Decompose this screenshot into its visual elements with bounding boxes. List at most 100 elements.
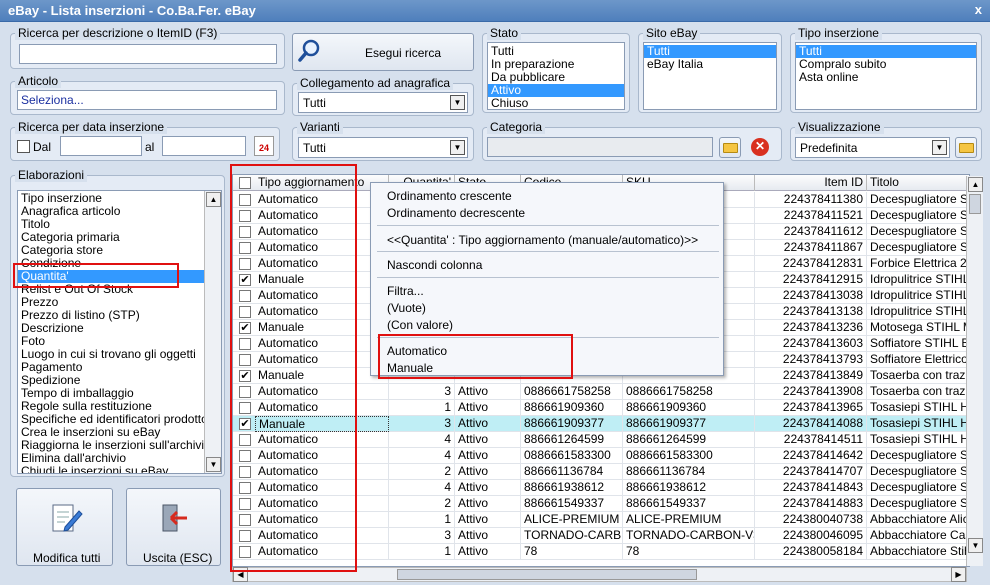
cell-codice: 886661264599 <box>521 432 623 448</box>
tipo-label: Tipo inserzione <box>795 26 882 40</box>
articolo-label: Articolo <box>15 74 62 88</box>
cell-q: 3 <box>389 416 455 432</box>
modifica-tutti-button[interactable]: Modifica tutti <box>16 488 113 566</box>
menu-sort-asc[interactable]: Ordinamento crescente <box>387 189 512 203</box>
cell-sku: 0886661758258 <box>623 384 755 400</box>
scroll-right-icon[interactable]: ▶ <box>951 567 966 582</box>
cell-item: 224378413793 <box>755 352 867 368</box>
search-label: Ricerca per descrizione o ItemID (F3) <box>15 26 221 40</box>
grid-scrollbar[interactable]: ▲ ▼ <box>966 176 983 566</box>
cell-codice: 886661909360 <box>521 400 623 416</box>
search-input[interactable] <box>19 44 277 64</box>
cell-item: 224378412915 <box>755 272 867 288</box>
elaborazioni-group: Elaborazioni Tipo inserzione Anagrafica a… <box>10 168 225 477</box>
cell-q: 4 <box>389 448 455 464</box>
al-field[interactable] <box>162 136 246 156</box>
cell-item: 224378414642 <box>755 448 867 464</box>
chevron-down-icon[interactable]: ▼ <box>932 140 947 155</box>
menu-with-value[interactable]: (Con valore) <box>387 318 453 332</box>
cell-stato: Attivo <box>455 448 521 464</box>
cell-sku: 886661264599 <box>623 432 755 448</box>
cell-titolo: Decespugliatore STIHL <box>867 240 969 256</box>
menu-sort-desc[interactable]: Ordinamento decrescente <box>387 206 525 220</box>
categoria-folder-button[interactable] <box>719 137 741 158</box>
cell-titolo: Idropulitrice STIHL R <box>867 304 969 320</box>
scroll-up-icon[interactable]: ▲ <box>968 177 983 192</box>
calendar-icon[interactable]: 24 <box>254 136 274 156</box>
cell-codice: 886661938612 <box>521 480 623 496</box>
cell-titolo: Decespugliatore STIHL <box>867 224 969 240</box>
cell-q: 2 <box>389 464 455 480</box>
cell-item: 224378412831 <box>755 256 867 272</box>
scroll-thumb[interactable] <box>969 194 981 214</box>
dal-field[interactable] <box>60 136 142 156</box>
cell-codice: 886661136784 <box>521 464 623 480</box>
cell-titolo: Idropulitrice STIHL R <box>867 288 969 304</box>
highlight-quantita <box>13 263 179 288</box>
stato-group: Stato Tutti In preparazione Da pubblicare A… <box>482 26 630 113</box>
cell-titolo: Forbice Elettrica 2 ba <box>867 256 969 272</box>
tipo-listbox[interactable]: Tutti Compralo subito Asta online <box>795 42 977 110</box>
visualizzazione-select[interactable]: Predefinita ▼ <box>795 137 950 158</box>
search-button[interactable]: Esegui ricerca <box>292 33 474 71</box>
stato-item[interactable]: Chiuso <box>488 97 624 110</box>
varianti-group: Varianti Tutti ▼ <box>292 120 474 161</box>
cell-titolo: Soffiatore STIHL BG <box>867 336 969 352</box>
elaborazioni-listbox[interactable]: Tipo inserzione Anagrafica articolo Titolo… <box>17 190 222 474</box>
cell-item: 224378411380 <box>755 192 867 208</box>
elaborazioni-item[interactable]: Chiudi le inserzioni su eBay <box>18 465 221 474</box>
cell-stato: Attivo <box>455 432 521 448</box>
search-button-label: Esegui ricerca <box>365 46 442 60</box>
sito-listbox[interactable]: Tutti eBay Italia <box>643 42 777 110</box>
varianti-label: Varianti <box>297 120 343 134</box>
visualizzazione-folder-button[interactable] <box>955 137 977 158</box>
cell-item: 224380058184 <box>755 544 867 560</box>
cell-item: 224378414707 <box>755 464 867 480</box>
calendar-day: 24 <box>258 143 269 153</box>
stato-listbox[interactable]: Tutti In preparazione Da pubblicare Attivo C… <box>487 42 625 110</box>
cell-sku: 886661909360 <box>623 400 755 416</box>
cell-stato: Attivo <box>455 416 521 432</box>
cell-item: 224380046095 <box>755 528 867 544</box>
chevron-down-icon[interactable]: ▼ <box>450 140 465 155</box>
menu-filter[interactable]: Filtra... <box>387 284 424 298</box>
clear-icon[interactable]: ✕ <box>751 138 769 156</box>
categoria-field[interactable] <box>487 137 713 157</box>
tipo-item[interactable]: Asta online <box>796 71 976 84</box>
menu-separator <box>377 277 719 278</box>
cell-codice: 886661909377 <box>521 416 623 432</box>
menu-hide-column[interactable]: Nascondi colonna <box>387 258 482 272</box>
cell-q: 2 <box>389 496 455 512</box>
collegamento-label: Collegamento ad anagrafica <box>297 76 454 90</box>
menu-empty[interactable]: (Vuote) <box>387 301 426 315</box>
cell-titolo: Decespugliatore STIHL <box>867 208 969 224</box>
cell-titolo: Abbacchiatore Caste <box>867 528 969 544</box>
elaborazioni-item[interactable]: Descrizione <box>18 322 221 335</box>
scroll-down-icon[interactable]: ▼ <box>968 538 983 553</box>
cell-item: 224378414883 <box>755 496 867 512</box>
cell-sku: 0886661583300 <box>623 448 755 464</box>
col-titolo[interactable]: Titolo <box>867 175 969 191</box>
collegamento-select[interactable]: Tutti ▼ <box>298 92 468 113</box>
dal-checkbox[interactable] <box>17 140 30 153</box>
sito-item[interactable]: eBay Italia <box>644 58 776 71</box>
cell-titolo: Decespugliatore Stih <box>867 464 969 480</box>
hscroll-thumb[interactable] <box>397 569 697 580</box>
menu-separator <box>377 225 719 226</box>
cell-item: 224380040738 <box>755 512 867 528</box>
chevron-down-icon[interactable]: ▼ <box>450 95 465 110</box>
cell-stato: Attivo <box>455 512 521 528</box>
uscita-button[interactable]: Uscita (ESC) <box>126 488 221 566</box>
collegamento-value: Tutti <box>303 96 326 110</box>
varianti-select[interactable]: Tutti ▼ <box>298 137 468 158</box>
cell-stato: Attivo <box>455 384 521 400</box>
scroll-up-icon[interactable]: ▲ <box>206 192 221 207</box>
elaborazioni-scrollbar[interactable]: ▲ ▼ <box>204 191 221 473</box>
articolo-field[interactable]: Seleziona... <box>17 90 277 110</box>
col-item-id[interactable]: Item ID <box>755 175 867 191</box>
close-icon[interactable]: x <box>975 2 982 17</box>
dal-label: Dal <box>33 140 52 154</box>
cell-sku: ALICE-PREMIUM <box>623 512 755 528</box>
scroll-down-icon[interactable]: ▼ <box>206 457 221 472</box>
cell-q: 1 <box>389 512 455 528</box>
